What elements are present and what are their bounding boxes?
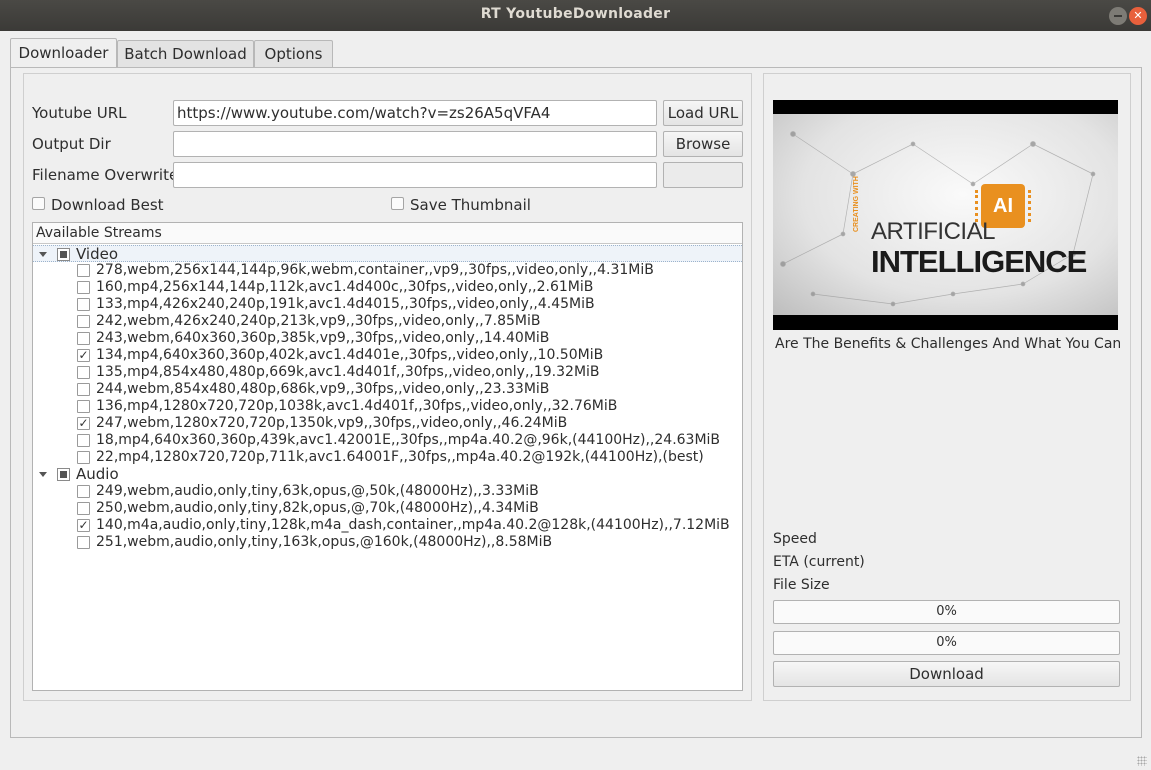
expand-arrow-icon[interactable] [39, 472, 47, 477]
url-label: Youtube URL [32, 104, 127, 122]
stream-checkbox[interactable] [77, 332, 90, 345]
tree-category-audio[interactable]: Audio [33, 466, 742, 483]
tab-options[interactable]: Options [254, 40, 333, 69]
thumb-text-line2: INTELLIGENCE [871, 244, 1087, 279]
load-url-button[interactable]: Load URL [663, 100, 743, 126]
window-title: RT YoutubeDownloader [480, 6, 671, 22]
output-dir-input[interactable] [173, 131, 657, 157]
streams-tree[interactable]: Available Streams Video 278,webm,256x144,… [32, 222, 743, 691]
video-thumbnail: AI CREATING WITH ARTIFICIAL INTELLIGENCE [773, 100, 1118, 330]
save-thumbnail-checkbox[interactable] [391, 197, 404, 210]
category-checkbox[interactable] [57, 248, 70, 261]
stream-checkbox[interactable] [77, 434, 90, 447]
title-bar: RT YoutubeDownloader ✕ [0, 0, 1151, 31]
browse-button[interactable]: Browse [663, 131, 743, 157]
tab-batch-download[interactable]: Batch Download [117, 40, 254, 69]
stream-checkbox[interactable] [77, 400, 90, 413]
download-button[interactable]: Download [773, 661, 1120, 687]
stream-checkbox[interactable] [77, 383, 90, 396]
file-size-label: File Size [773, 577, 830, 593]
stream-checkbox[interactable] [77, 281, 90, 294]
tree-category-video[interactable]: Video [33, 245, 742, 263]
speed-label: Speed [773, 531, 817, 547]
stream-label: 135,mp4,854x480,480p,669k,avc1.4d401f,,3… [96, 364, 600, 380]
filename-overwrite-label: Filename Overwrite [32, 166, 179, 184]
stream-label: 22,mp4,1280x720,720p,711k,avc1.64001F,,3… [96, 449, 704, 465]
download-best-checkbox[interactable] [32, 197, 45, 210]
tab-downloader[interactable]: Downloader [10, 38, 117, 68]
url-input[interactable]: https://www.youtube.com/watch?v=zs26A5qV… [173, 100, 657, 126]
progress-bar-video: 0% [773, 600, 1120, 624]
stream-checkbox[interactable]: ✓ [77, 519, 90, 532]
output-dir-label: Output Dir [32, 135, 111, 153]
video-title: Are The Benefits & Challenges And What Y… [775, 336, 1120, 352]
category-checkbox[interactable] [57, 468, 70, 481]
stream-checkbox[interactable] [77, 451, 90, 464]
stream-label: 251,webm,audio,only,tiny,163k,opus,@160k… [96, 534, 553, 550]
thumb-text-line1: ARTIFICIAL [871, 218, 995, 245]
close-icon[interactable]: ✕ [1129, 7, 1147, 25]
stream-label: 136,mp4,1280x720,720p,1038k,avc1.4d401f,… [96, 398, 618, 414]
stream-label: 242,webm,426x240,240p,213k,vp9,,30fps,,v… [96, 313, 541, 329]
stream-label: 249,webm,audio,only,tiny,63k,opus,@,50k,… [96, 483, 539, 499]
streams-header: Available Streams [33, 223, 742, 244]
stream-checkbox[interactable] [77, 298, 90, 311]
stream-label: 134,mp4,640x360,360p,402k,avc1.4d401e,,3… [96, 347, 604, 363]
stream-checkbox[interactable] [77, 315, 90, 328]
stream-checkbox[interactable] [77, 366, 90, 379]
stream-label: 18,mp4,640x360,360p,439k,avc1.42001E,,30… [96, 432, 721, 448]
filename-action-button [663, 162, 743, 188]
stream-label: 247,webm,1280x720,720p,1350k,vp9,,30fps,… [96, 415, 568, 431]
stream-label: 133,mp4,426x240,240p,191k,avc1.4d4015,,3… [96, 296, 595, 312]
category-label: Audio [76, 465, 119, 483]
stream-label: 250,webm,audio,only,tiny,82k,opus,@,70k,… [96, 500, 539, 516]
stream-checkbox[interactable]: ✓ [77, 349, 90, 362]
download-best-label: Download Best [51, 196, 164, 214]
minimize-icon[interactable] [1109, 7, 1127, 25]
stream-label: 160,mp4,256x144,144p,112k,avc1.4d400c,,3… [96, 279, 594, 295]
thumb-side-text: CREATING WITH [853, 176, 860, 232]
save-thumbnail-label: Save Thumbnail [410, 196, 531, 214]
stream-checkbox[interactable] [77, 485, 90, 498]
stream-checkbox[interactable]: ✓ [77, 417, 90, 430]
stream-label: 243,webm,640x360,360p,385k,vp9,,30fps,,v… [96, 330, 550, 346]
expand-arrow-icon[interactable] [39, 252, 47, 257]
filename-overwrite-input[interactable] [173, 162, 657, 188]
stream-label: 244,webm,854x480,480p,686k,vp9,,30fps,,v… [96, 381, 550, 397]
progress-bar-audio: 0% [773, 631, 1120, 655]
stream-checkbox[interactable] [77, 264, 90, 277]
eta-label: ETA (current) [773, 554, 865, 570]
stream-label: 278,webm,256x144,144p,96k,webm,container… [96, 262, 654, 278]
stream-label: 140,m4a,audio,only,tiny,128k,m4a_dash,co… [96, 517, 730, 533]
resize-grip-icon[interactable] [1137, 756, 1147, 766]
category-label: Video [76, 245, 119, 263]
stream-checkbox[interactable] [77, 502, 90, 515]
stream-checkbox[interactable] [77, 536, 90, 549]
network-pattern [780, 131, 1096, 307]
